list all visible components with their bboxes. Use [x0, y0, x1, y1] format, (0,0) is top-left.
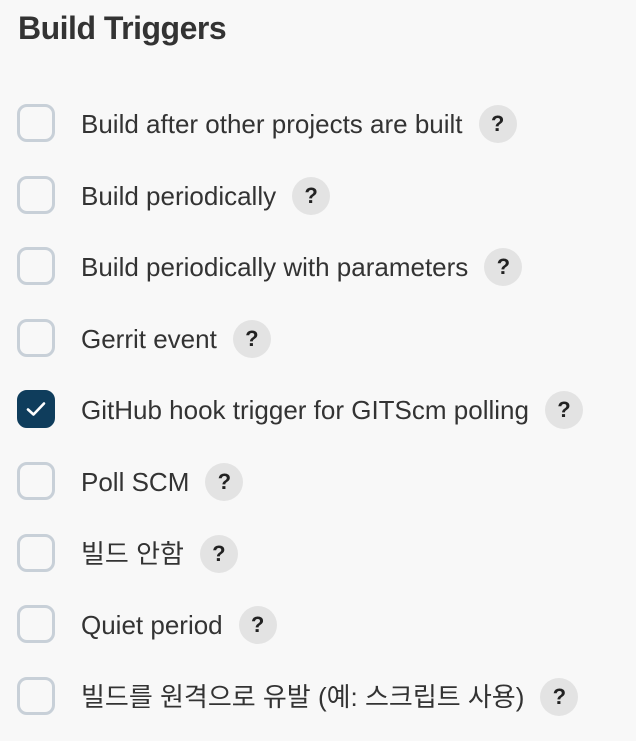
- trigger-row-build-periodically-with-parameters: Build periodically with parameters ?: [17, 247, 627, 319]
- help-icon[interactable]: ?: [478, 105, 517, 143]
- trigger-row-gerrit-event: Gerrit event ?: [17, 318, 627, 391]
- trigger-row-disable-build: 빌드 안함 ?: [17, 533, 627, 606]
- trigger-label[interactable]: Build after other projects are built: [81, 104, 463, 144]
- checkmark-icon: [26, 402, 46, 417]
- help-icon[interactable]: ?: [205, 462, 244, 501]
- trigger-row-remote-trigger: 빌드를 원격으로 유발 (예: 스크립트 사용) ?: [17, 676, 627, 741]
- trigger-label[interactable]: Poll SCM: [81, 462, 189, 502]
- help-icon[interactable]: ?: [238, 606, 277, 645]
- checkbox-build-after-other-projects[interactable]: [17, 104, 55, 142]
- help-icon[interactable]: ?: [484, 248, 523, 287]
- trigger-row-build-after-other-projects: Build after other projects are built ?: [17, 104, 627, 176]
- trigger-label[interactable]: Quiet period: [81, 605, 223, 645]
- checkbox-gerrit-event[interactable]: [17, 318, 55, 357]
- help-icon[interactable]: ?: [232, 319, 271, 358]
- checkbox-build-periodically[interactable]: [17, 175, 55, 214]
- trigger-label[interactable]: Build periodically with parameters: [81, 247, 468, 287]
- trigger-label[interactable]: Gerrit event: [81, 319, 217, 359]
- help-icon[interactable]: ?: [540, 677, 579, 716]
- trigger-row-poll-scm: Poll SCM ?: [17, 461, 627, 534]
- checkbox-github-hook[interactable]: [17, 390, 55, 429]
- trigger-label[interactable]: 빌드 안함: [81, 534, 184, 574]
- trigger-row-quiet-period: Quiet period ?: [17, 605, 627, 677]
- checkbox-quiet-period[interactable]: [17, 605, 55, 644]
- checkbox-disable-build[interactable]: [17, 533, 55, 572]
- trigger-label[interactable]: 빌드를 원격으로 유발 (예: 스크립트 사용): [81, 677, 524, 717]
- help-icon[interactable]: ?: [544, 391, 583, 430]
- help-icon[interactable]: ?: [292, 176, 331, 215]
- checkbox-poll-scm[interactable]: [17, 461, 55, 500]
- trigger-label[interactable]: Build periodically: [81, 176, 276, 216]
- checkbox-build-periodically-with-parameters[interactable]: [17, 247, 55, 286]
- trigger-list: Build after other projects are built ? B…: [17, 104, 627, 741]
- section-title: Build Triggers: [18, 10, 227, 46]
- help-icon[interactable]: ?: [199, 534, 238, 573]
- trigger-label[interactable]: GitHub hook trigger for GITScm polling: [81, 390, 529, 430]
- trigger-row-build-periodically: Build periodically ?: [17, 175, 627, 248]
- trigger-row-github-hook: GitHub hook trigger for GITScm polling ?: [17, 390, 627, 462]
- checkbox-remote-trigger[interactable]: [17, 676, 55, 715]
